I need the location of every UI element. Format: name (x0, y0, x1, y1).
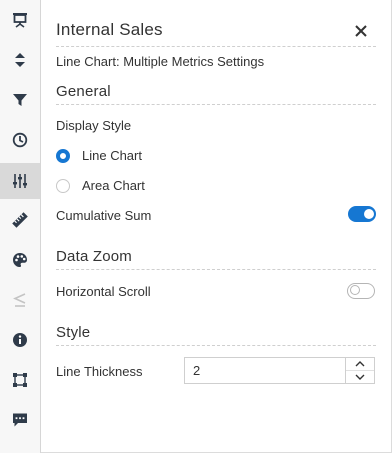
radio-label-line-chart: Line Chart (82, 148, 142, 163)
measure-button[interactable] (0, 202, 40, 238)
toggle-knob (364, 209, 374, 219)
radio-line-chart[interactable]: Line Chart (56, 148, 142, 163)
panel-title: Internal Sales (56, 20, 163, 39)
radio-area-chart[interactable]: Area Chart (56, 178, 145, 193)
cumulative-sum-label: Cumulative Sum (56, 208, 152, 223)
selection-icon (13, 373, 27, 387)
line-thickness-input[interactable] (185, 358, 353, 383)
filter-icon (13, 94, 27, 106)
comment-button[interactable] (0, 402, 40, 438)
section-title-style: Style (56, 324, 91, 341)
stepper-controls (345, 358, 374, 383)
less-equal-icon (13, 293, 26, 307)
line-thickness-label: Line Thickness (56, 364, 143, 379)
settings-sliders-button[interactable] (0, 163, 40, 199)
display-style-label: Display Style (56, 118, 132, 133)
section-divider-data-zoom (56, 269, 376, 270)
title-divider (56, 46, 376, 47)
comment-icon (13, 413, 27, 427)
chevron-down-icon (355, 374, 365, 380)
sliders-icon (13, 174, 27, 188)
section-title-data-zoom: Data Zoom (56, 248, 132, 265)
toggle-knob (350, 285, 360, 295)
horizontal-scroll-toggle[interactable] (347, 283, 375, 299)
side-toolbar (0, 0, 41, 453)
section-divider-general (56, 104, 376, 105)
settings-panel: Internal Sales Line Chart: Multiple Metr… (41, 0, 392, 453)
info-icon (13, 333, 27, 347)
section-divider-style (56, 345, 376, 346)
cumulative-sum-toggle[interactable] (348, 206, 376, 222)
sort-button[interactable] (0, 42, 40, 78)
filter-button[interactable] (0, 82, 40, 118)
theme-button[interactable] (0, 242, 40, 278)
clock-icon (12, 132, 28, 148)
condition-button[interactable] (0, 282, 40, 318)
sort-icon (15, 53, 25, 67)
chevron-up-icon (355, 361, 365, 367)
close-icon (355, 25, 367, 37)
close-button[interactable] (352, 22, 370, 40)
radio-label-area-chart: Area Chart (82, 178, 145, 193)
presentation-button[interactable] (0, 2, 40, 38)
line-thickness-stepper[interactable] (184, 357, 375, 384)
radio-button-unselected[interactable] (56, 178, 70, 193)
section-title-general: General (56, 83, 111, 100)
radio-button-selected[interactable] (56, 148, 70, 163)
decrement-button[interactable] (346, 371, 374, 383)
ruler-icon (12, 212, 28, 228)
increment-button[interactable] (346, 358, 374, 371)
presentation-icon (13, 13, 27, 28)
palette-icon (13, 253, 27, 267)
info-button[interactable] (0, 322, 40, 358)
horizontal-scroll-label: Horizontal Scroll (56, 284, 151, 299)
panel-subtitle: Line Chart: Multiple Metrics Settings (56, 54, 265, 69)
history-button[interactable] (0, 122, 40, 158)
selection-button[interactable] (0, 362, 40, 398)
